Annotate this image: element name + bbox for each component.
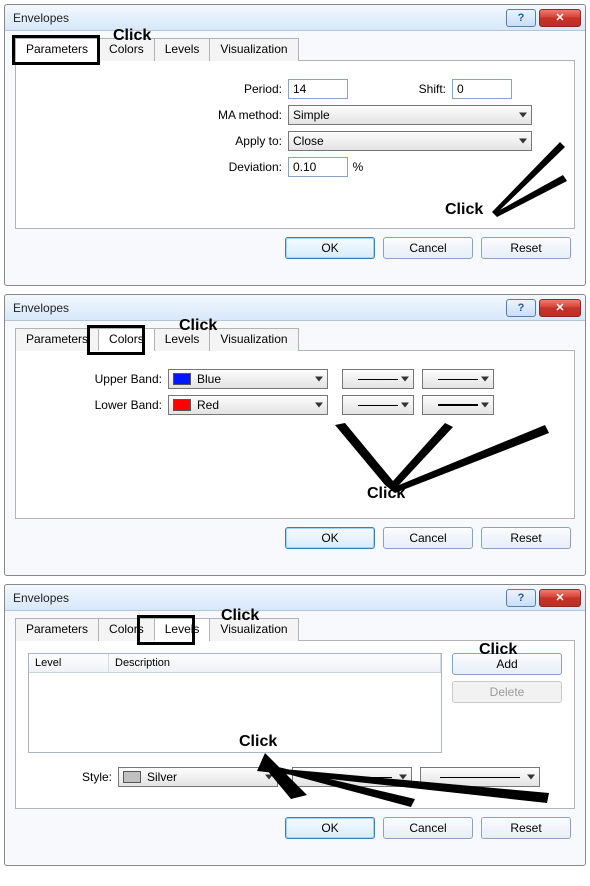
deviation-label: Deviation:: [28, 160, 288, 174]
deviation-input[interactable]: [288, 157, 348, 177]
upper-color-value: Blue: [197, 372, 221, 386]
lower-width-combo[interactable]: [422, 395, 494, 415]
tab-levels[interactable]: Levels: [154, 328, 211, 351]
close-button[interactable]: ✕: [539, 9, 581, 27]
titlebar: Envelopes ? ✕: [5, 585, 585, 611]
button-row: OK Cancel Reset: [15, 519, 575, 551]
tab-parameters[interactable]: Parameters: [15, 328, 99, 351]
apply-to-label: Apply to:: [28, 134, 288, 148]
chevron-down-icon: [315, 403, 323, 408]
reset-button[interactable]: Reset: [481, 237, 571, 259]
levels-list[interactable]: Level Description: [28, 653, 442, 753]
tab-strip: Parameters Colors Levels Visualization: [15, 327, 575, 351]
style-swatch: [123, 771, 141, 783]
help-button[interactable]: ?: [506, 299, 536, 317]
delete-button: Delete: [452, 681, 562, 703]
ma-method-label: MA method:: [28, 108, 288, 122]
help-button[interactable]: ?: [506, 9, 536, 27]
chevron-down-icon: [265, 775, 273, 780]
list-header: Level Description: [29, 654, 441, 673]
deviation-unit: %: [348, 160, 368, 174]
tab-visualization[interactable]: Visualization: [209, 38, 298, 61]
close-button[interactable]: ✕: [539, 589, 581, 607]
style-color-value: Silver: [147, 770, 177, 784]
upper-style-combo[interactable]: [342, 369, 414, 389]
apply-to-combo[interactable]: Close: [288, 131, 532, 151]
tab-strip: Parameters Colors Levels Visualization: [15, 617, 575, 641]
chevron-down-icon: [401, 377, 409, 382]
ma-method-value: Simple: [293, 108, 330, 122]
tab-visualization[interactable]: Visualization: [209, 328, 298, 351]
tab-levels[interactable]: Levels: [154, 618, 211, 641]
upper-width-combo[interactable]: [422, 369, 494, 389]
close-button[interactable]: ✕: [539, 299, 581, 317]
panel-levels: Level Description Add Delete Style: Silv…: [15, 641, 575, 809]
chevron-down-icon: [401, 403, 409, 408]
style-color-combo[interactable]: Silver: [118, 767, 278, 787]
ma-method-combo[interactable]: Simple: [288, 105, 532, 125]
cancel-button[interactable]: Cancel: [383, 237, 473, 259]
chevron-down-icon: [481, 403, 489, 408]
tab-parameters[interactable]: Parameters: [15, 38, 99, 61]
chevron-down-icon: [315, 377, 323, 382]
style-width-combo[interactable]: [420, 767, 540, 787]
chevron-down-icon: [399, 775, 407, 780]
tab-strip: Parameters Colors Levels Visualization: [15, 37, 575, 61]
style-label: Style:: [28, 770, 118, 784]
upper-color-combo[interactable]: Blue: [168, 369, 328, 389]
period-input[interactable]: [288, 79, 348, 99]
col-level: Level: [29, 654, 109, 672]
ok-button[interactable]: OK: [285, 237, 375, 259]
upper-swatch: [173, 373, 191, 385]
chevron-down-icon: [519, 139, 527, 144]
button-row: OK Cancel Reset: [15, 809, 575, 841]
reset-button[interactable]: Reset: [481, 817, 571, 839]
tab-colors[interactable]: Colors: [98, 618, 155, 641]
reset-button[interactable]: Reset: [481, 527, 571, 549]
chevron-down-icon: [519, 113, 527, 118]
window-title: Envelopes: [13, 301, 503, 315]
tab-colors[interactable]: Colors: [98, 38, 155, 61]
cancel-button[interactable]: Cancel: [383, 527, 473, 549]
lower-color-value: Red: [197, 398, 219, 412]
apply-to-value: Close: [293, 134, 324, 148]
dialog-parameters: Envelopes ? ✕ Parameters Colors Levels V…: [4, 4, 586, 286]
titlebar: Envelopes ? ✕: [5, 5, 585, 31]
style-line-combo[interactable]: [292, 767, 412, 787]
button-row: OK Cancel Reset: [15, 229, 575, 261]
lower-band-label: Lower Band:: [28, 398, 168, 412]
ok-button[interactable]: OK: [285, 817, 375, 839]
chevron-down-icon: [481, 377, 489, 382]
lower-color-combo[interactable]: Red: [168, 395, 328, 415]
tab-levels[interactable]: Levels: [154, 38, 211, 61]
upper-band-label: Upper Band:: [28, 372, 168, 386]
titlebar: Envelopes ? ✕: [5, 295, 585, 321]
panel-parameters: Period: Shift: MA method: Simple Apply t…: [15, 61, 575, 229]
period-label: Period:: [28, 82, 288, 96]
tab-parameters[interactable]: Parameters: [15, 618, 99, 641]
add-button[interactable]: Add: [452, 653, 562, 675]
col-description: Description: [109, 654, 441, 672]
chevron-down-icon: [527, 775, 535, 780]
lower-swatch: [173, 399, 191, 411]
help-button[interactable]: ?: [506, 589, 536, 607]
window-title: Envelopes: [13, 591, 503, 605]
dialog-colors: Envelopes ? ✕ Parameters Colors Levels V…: [4, 294, 586, 576]
lower-style-combo[interactable]: [342, 395, 414, 415]
tab-colors[interactable]: Colors: [98, 328, 155, 351]
cancel-button[interactable]: Cancel: [383, 817, 473, 839]
tab-visualization[interactable]: Visualization: [209, 618, 298, 641]
window-title: Envelopes: [13, 11, 503, 25]
ok-button[interactable]: OK: [285, 527, 375, 549]
dialog-levels: Envelopes ? ✕ Parameters Colors Levels V…: [4, 584, 586, 866]
shift-input[interactable]: [452, 79, 512, 99]
panel-colors: Upper Band: Blue Lower Band: Red: [15, 351, 575, 519]
shift-label: Shift:: [348, 82, 452, 96]
